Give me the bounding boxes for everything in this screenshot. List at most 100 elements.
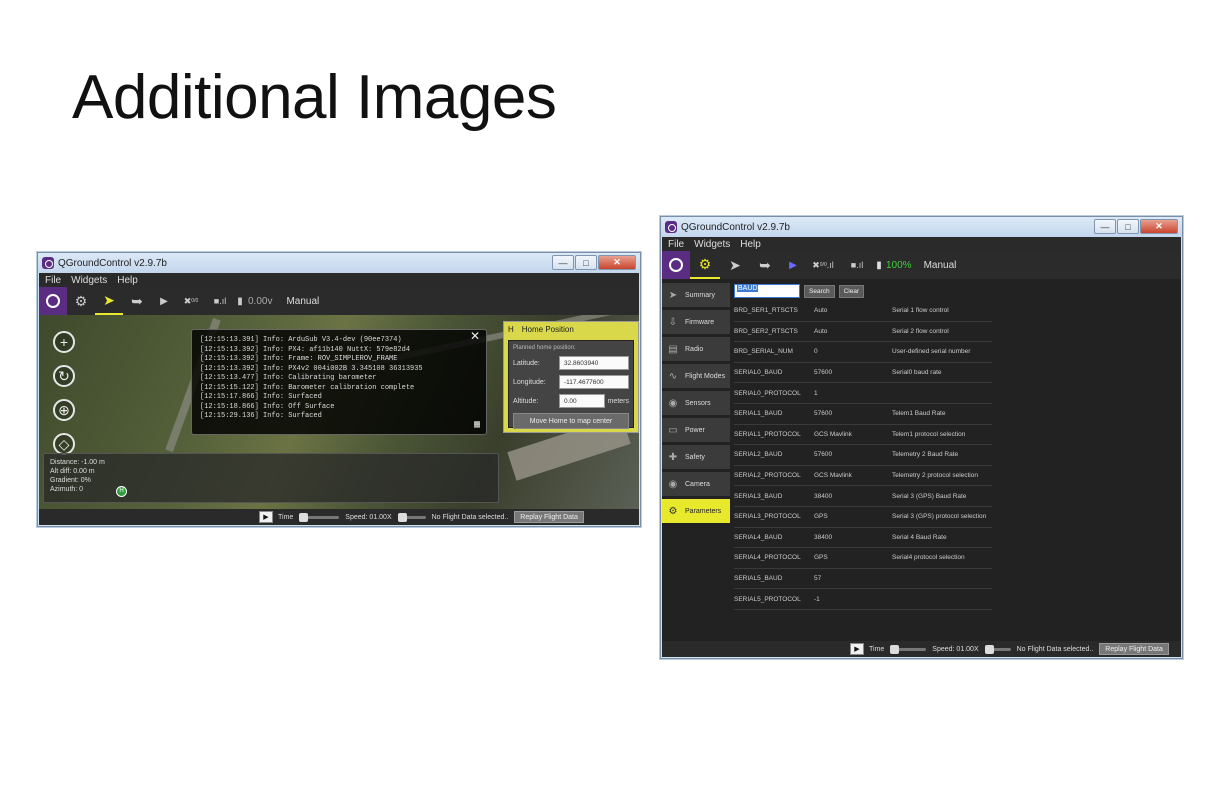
sidebar-item-label: Summary: [685, 291, 715, 299]
menu-help[interactable]: Help: [117, 275, 138, 286]
search-button[interactable]: Search: [804, 284, 835, 298]
fly-view-icon[interactable]: ➥: [750, 251, 780, 279]
waypoint-icon[interactable]: ◇: [53, 433, 75, 455]
clear-button[interactable]: Clear: [838, 284, 865, 298]
battery-icon: ▮: [876, 259, 882, 271]
zoom-in-icon[interactable]: +: [53, 331, 75, 353]
param-value: GCS Mavlink: [814, 430, 852, 438]
parameter-row[interactable]: BRD_SER2_RTSCTS Auto Serial 2 flow control: [734, 322, 992, 343]
rc-rssi-icon[interactable]: ■.ıl: [205, 287, 235, 315]
sidebar-item-flight-modes[interactable]: ∿ Flight Modes: [662, 364, 730, 388]
sidebar-item-summary[interactable]: ➤ Summary: [662, 283, 730, 307]
flight-mode[interactable]: Manual: [924, 260, 957, 271]
param-value: Auto: [814, 327, 828, 335]
menu-file[interactable]: File: [45, 275, 61, 286]
param-name: BRD_SERIAL_NUM: [734, 348, 793, 356]
altitude-field[interactable]: 0.00: [559, 394, 605, 408]
parameter-row[interactable]: SERIAL5_BAUD 57: [734, 569, 992, 590]
move-home-button[interactable]: Move Home to map center: [513, 413, 629, 429]
close-console-icon[interactable]: ✕: [470, 330, 480, 341]
menu-widgets[interactable]: Widgets: [694, 239, 730, 250]
param-name: SERIAL3_PROTOCOL: [734, 513, 801, 521]
parameter-row[interactable]: SERIAL1_BAUD 57600 Telem1 Baud Rate: [734, 404, 992, 425]
menu-file[interactable]: File: [668, 239, 684, 250]
search-input[interactable]: BAUD: [734, 284, 800, 298]
param-name: SERIAL3_BAUD: [734, 492, 783, 500]
altitude-unit: meters: [607, 397, 629, 405]
close-button[interactable]: ✕: [1140, 219, 1178, 234]
parameter-row[interactable]: SERIAL0_BAUD 57600 Serial0 baud rate: [734, 363, 992, 384]
maximize-button[interactable]: □: [1117, 219, 1139, 234]
parameter-row[interactable]: SERIAL2_PROTOCOL GCS Mavlink Telemetry 2 p…: [734, 466, 992, 487]
parameter-row[interactable]: BRD_SERIAL_NUM 0 User-defined serial numbe…: [734, 342, 992, 363]
sidebar-item-radio[interactable]: ▤ Radio: [662, 337, 730, 361]
setup-gears-icon[interactable]: ⚙: [690, 251, 720, 279]
replay-flight-data-button[interactable]: Replay Flight Data: [514, 511, 584, 523]
sensor-icon: ◉: [668, 397, 678, 409]
fly-view-icon[interactable]: ➥: [123, 287, 151, 315]
message-icon[interactable]: ▶: [151, 287, 177, 315]
latitude-field[interactable]: 32.8603940: [559, 356, 629, 370]
setup-sidebar: ➤ Summary ⇩ Firmware ▤ Radio ∿ Flight Modes …: [662, 283, 730, 526]
sidebar-item-parameters[interactable]: ⚙ Parameters: [662, 499, 730, 523]
center-map-icon[interactable]: ↻: [53, 365, 75, 387]
minimize-button[interactable]: —: [1094, 219, 1116, 234]
close-button[interactable]: ✕: [598, 255, 636, 270]
telemetry-panel: Distance: -1.00 m Alt diff: 0.00 m Gradi…: [43, 453, 499, 503]
play-icon[interactable]: ▶: [259, 511, 273, 523]
qgc-menu-button[interactable]: [662, 251, 690, 279]
map-view[interactable]: + ↻ ⊕ ◇ ✕ [12:15:13.391] Info: ArduSub V…: [39, 315, 639, 509]
speed-slider[interactable]: [984, 644, 1011, 654]
sidebar-item-label: Power: [685, 426, 705, 434]
parameter-row[interactable]: SERIAL2_BAUD 57600 Telemetry 2 Baud Rate: [734, 445, 992, 466]
sidebar-item-safety[interactable]: ✚ Safety: [662, 445, 730, 469]
parameter-row[interactable]: SERIAL3_PROTOCOL GPS Serial 3 (GPS) protoc…: [734, 507, 992, 528]
time-slider[interactable]: [299, 512, 340, 522]
window-titlebar[interactable]: QGroundControl v2.9.7b — □ ✕: [38, 253, 640, 273]
qgc-icon: [669, 258, 683, 272]
home-panel-title: Home Position: [521, 324, 574, 334]
plan-view-icon[interactable]: ➤: [720, 251, 750, 279]
setup-view: ➤ Summary ⇩ Firmware ▤ Radio ∿ Flight Modes …: [662, 279, 1181, 641]
parameter-row[interactable]: SERIAL5_PROTOCOL -1: [734, 589, 992, 610]
menu-widgets[interactable]: Widgets: [71, 275, 107, 286]
flight-mode[interactable]: Manual: [286, 296, 319, 307]
sidebar-item-camera[interactable]: ◉ Camera: [662, 472, 730, 496]
gps-icon[interactable]: ✖ 0/0: [177, 287, 205, 315]
longitude-field[interactable]: -117.4677600: [559, 375, 629, 389]
home-marker-icon[interactable]: H: [116, 486, 127, 497]
param-name: SERIAL0_BAUD: [734, 369, 783, 377]
setup-gears-icon[interactable]: ⚙: [67, 287, 95, 315]
qgc-menu-button[interactable]: [39, 287, 67, 315]
parameter-row[interactable]: SERIAL3_BAUD 38400 Serial 3 (GPS) Baud Rat…: [734, 486, 992, 507]
window-titlebar[interactable]: QGroundControl v2.9.7b — □ ✕: [661, 217, 1182, 237]
maximize-button[interactable]: □: [575, 255, 597, 270]
sidebar-item-firmware[interactable]: ⇩ Firmware: [662, 310, 730, 334]
sidebar-item-sensors[interactable]: ◉ Sensors: [662, 391, 730, 415]
parameter-row[interactable]: SERIAL1_PROTOCOL GCS Mavlink Telem1 protoc…: [734, 425, 992, 446]
replay-flight-data-button[interactable]: Replay Flight Data: [1099, 643, 1169, 655]
gradient-readout: Gradient: 0%: [50, 477, 91, 484]
home-panel-body: Planned home position: Latitude: 32.86039…: [508, 340, 634, 429]
plan-view-icon[interactable]: ➤: [95, 287, 123, 315]
parameter-row[interactable]: SERIAL4_PROTOCOL GPS Serial4 protocol sele…: [734, 548, 992, 569]
parameter-row[interactable]: SERIAL4_BAUD 38400 Serial 4 Baud Rate: [734, 528, 992, 549]
console-line: [12:15:13.477] Info: Calibrating baromet…: [200, 374, 377, 382]
time-slider[interactable]: [890, 644, 927, 654]
gps-icon[interactable]: ✖ 0/0 .ıl: [806, 251, 840, 279]
main-toolbar: ⚙ ➤ ➥ ▶ ✖ 0/0 ■.ıl ▮ 0.00v Manual: [39, 287, 639, 315]
rc-rssi-icon[interactable]: ■.ıl: [840, 251, 874, 279]
trash-icon[interactable]: ▦: [474, 420, 480, 431]
minimize-button[interactable]: —: [552, 255, 574, 270]
param-value: -1: [814, 595, 820, 603]
message-icon[interactable]: ▶: [780, 251, 806, 279]
slide-title: Additional Images: [72, 63, 557, 132]
parameter-row[interactable]: SERIAL0_PROTOCOL 1: [734, 383, 992, 404]
sidebar-item-label: Radio: [685, 345, 704, 353]
speed-slider[interactable]: [397, 512, 426, 522]
play-icon[interactable]: ▶: [850, 643, 864, 655]
menu-help[interactable]: Help: [740, 239, 761, 250]
crosshair-icon[interactable]: ⊕: [53, 399, 75, 421]
sidebar-item-power[interactable]: ▭ Power: [662, 418, 730, 442]
parameter-row[interactable]: BRD_SER1_RTSCTS Auto Serial 1 flow control: [734, 301, 992, 322]
